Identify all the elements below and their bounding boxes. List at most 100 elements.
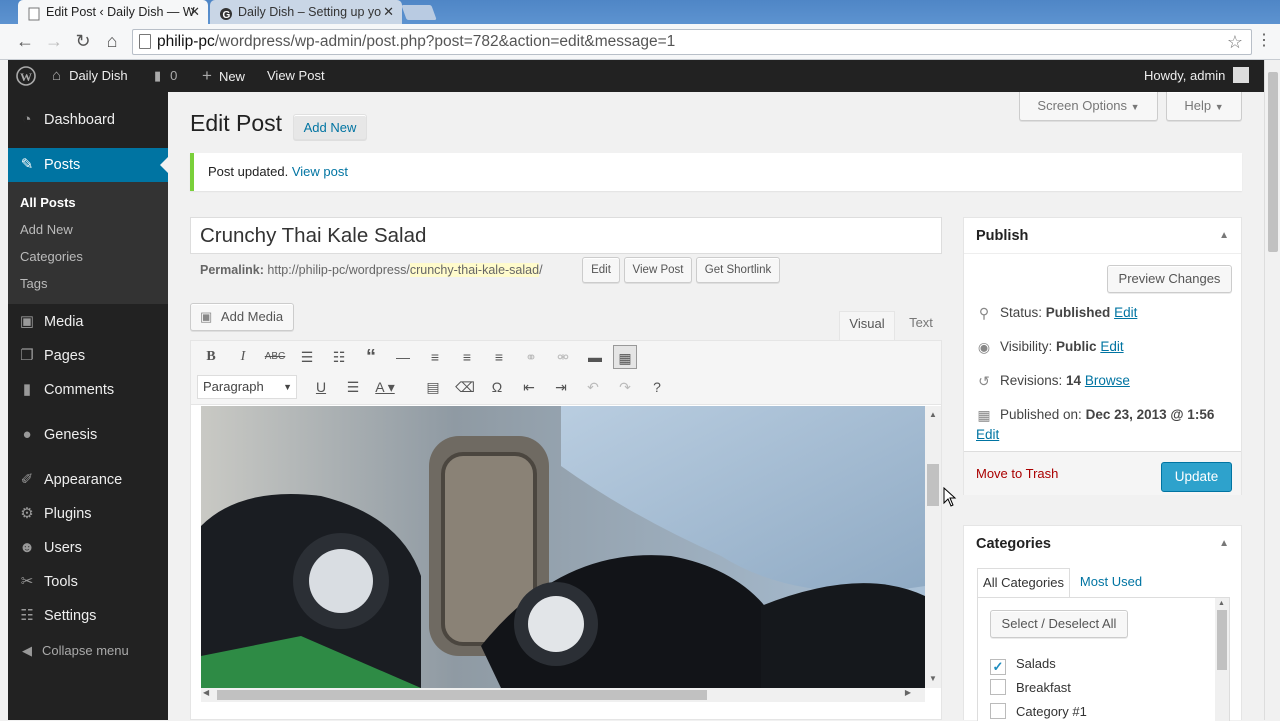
published-edit-link[interactable]: Edit <box>976 427 999 442</box>
sidebar-item-media[interactable]: ▣ Media <box>8 305 168 339</box>
chrome-menu-icon[interactable]: ⋮ <box>1256 30 1272 50</box>
tab-visual[interactable]: Visual <box>839 311 895 341</box>
checkbox[interactable] <box>990 679 1006 695</box>
reload-icon[interactable]: ↻ <box>72 30 94 52</box>
scroll-down-icon[interactable]: ▼ <box>929 674 937 683</box>
post-title-input[interactable]: Crunchy Thai Kale Salad <box>190 217 942 254</box>
read-more-icon[interactable]: ▬ <box>583 345 607 369</box>
sidebar-item-users[interactable]: ☻ Users <box>8 531 168 565</box>
view-post-button[interactable]: View Post <box>624 257 692 283</box>
comments-link[interactable]: ▮ 0 <box>154 60 177 92</box>
browser-tab-edit-post[interactable]: Edit Post ‹ Daily Dish — W ✕ <box>18 0 208 24</box>
sidebar-item-comments[interactable]: ▮ Comments <box>8 373 168 407</box>
sidebar-item-pages[interactable]: ❐ Pages <box>8 339 168 373</box>
paste-text-icon[interactable]: ▤ <box>421 375 445 399</box>
scroll-right-icon[interactable]: ▶ <box>905 688 911 697</box>
numbered-list-icon[interactable]: ☷ <box>327 345 351 369</box>
collapse-menu-button[interactable]: ◀ Collapse menu <box>8 634 168 668</box>
indent-icon[interactable]: ⇥ <box>549 375 573 399</box>
category-1[interactable]: Category #1 <box>990 703 1087 721</box>
wordpress-logo-icon[interactable]: W <box>16 60 38 92</box>
post-image[interactable] <box>201 406 925 688</box>
text-color-icon[interactable]: A ▾ <box>373 375 397 399</box>
categories-box-header[interactable]: Categories ▲ <box>964 526 1241 562</box>
scroll-thumb[interactable] <box>1217 610 1227 670</box>
sidebar-item-plugins[interactable]: ⚙ Plugins <box>8 497 168 531</box>
address-bar[interactable]: philip-pc/wordpress/wp-admin/post.php?po… <box>132 29 1252 55</box>
close-tab-icon[interactable]: ✕ <box>383 0 394 24</box>
bullet-list-icon[interactable]: ☰ <box>295 345 319 369</box>
submenu-all-posts[interactable]: All Posts <box>20 193 76 213</box>
help-button[interactable]: Help ▼ <box>1166 92 1242 121</box>
view-post-notice-link[interactable]: View post <box>292 164 348 179</box>
tab-text[interactable]: Text <box>899 311 943 339</box>
get-shortlink-button[interactable]: Get Shortlink <box>696 257 780 283</box>
scroll-left-icon[interactable]: ◀ <box>203 688 209 697</box>
submenu-tags[interactable]: Tags <box>20 274 47 294</box>
blockquote-icon[interactable]: “ <box>359 345 383 369</box>
sidebar-item-dashboard[interactable]: ◔ Dashboard <box>8 103 168 137</box>
submenu-categories[interactable]: Categories <box>20 247 83 267</box>
new-content-link[interactable]: + New <box>202 60 245 92</box>
underline-icon[interactable]: U <box>309 375 333 399</box>
add-new-button[interactable]: Add New <box>293 114 367 140</box>
h-scroll-thumb[interactable] <box>217 690 707 700</box>
my-account-link[interactable]: Howdy, admin <box>1144 60 1250 92</box>
sidebar-item-genesis[interactable]: ● Genesis <box>8 418 168 452</box>
sidebar-item-settings[interactable]: ☷ Settings <box>8 599 168 633</box>
page-scroll-thumb[interactable] <box>1268 72 1278 252</box>
category-salads[interactable]: ✓ Salads <box>990 655 1056 675</box>
checkbox[interactable] <box>990 703 1006 719</box>
align-center-icon[interactable]: ≡ <box>455 345 479 369</box>
site-name-link[interactable]: ⌂ Daily Dish <box>52 60 128 92</box>
align-left-icon[interactable]: ≡ <box>423 345 447 369</box>
browser-tab-daily-dish[interactable]: G Daily Dish – Setting up yo ✕ <box>210 0 402 24</box>
format-select[interactable]: Paragraph ▼ <box>197 375 297 399</box>
submenu-add-new[interactable]: Add New <box>20 220 73 240</box>
status-edit-link[interactable]: Edit <box>1114 305 1137 320</box>
horizontal-line-icon[interactable]: — <box>391 345 415 369</box>
view-post-link[interactable]: View Post <box>267 60 325 92</box>
screen-options-button[interactable]: Screen Options ▼ <box>1019 92 1158 121</box>
link-icon[interactable]: ⚭ <box>519 345 543 369</box>
align-right-icon[interactable]: ≡ <box>487 345 511 369</box>
editor-horizontal-scrollbar[interactable]: ◀ ▶ <box>201 688 925 702</box>
justify-icon[interactable]: ☰ <box>341 375 365 399</box>
page-scrollbar[interactable] <box>1264 60 1280 720</box>
undo-icon[interactable]: ↶ <box>581 375 605 399</box>
sidebar-item-tools[interactable]: ✂ Tools <box>8 565 168 599</box>
strikethrough-icon[interactable]: ABC <box>263 345 287 369</box>
scroll-up-icon[interactable]: ▲ <box>1218 600 1225 607</box>
scroll-up-icon[interactable]: ▲ <box>929 410 937 419</box>
collapse-arrow-icon[interactable]: ▲ <box>1219 526 1229 562</box>
special-character-icon[interactable]: Ω <box>485 375 509 399</box>
new-tab-button[interactable] <box>401 5 437 20</box>
sidebar-item-appearance[interactable]: ✐ Appearance <box>8 463 168 497</box>
scroll-thumb[interactable] <box>927 464 939 506</box>
update-button[interactable]: Update <box>1161 462 1232 492</box>
permalink-edit-button[interactable]: Edit <box>582 257 620 283</box>
collapse-arrow-icon[interactable]: ▲ <box>1219 218 1229 254</box>
publish-box-header[interactable]: Publish ▲ <box>964 218 1241 254</box>
permalink-slug[interactable]: crunchy-thai-kale-salad <box>409 263 540 277</box>
bookmark-star-icon[interactable]: ☆ <box>1227 30 1243 54</box>
close-tab-icon[interactable]: ✕ <box>189 0 200 24</box>
unlink-icon[interactable]: ⚮ <box>551 345 575 369</box>
visibility-edit-link[interactable]: Edit <box>1100 339 1123 354</box>
categories-scrollbar[interactable]: ▲ <box>1215 598 1229 721</box>
bold-icon[interactable]: B <box>199 345 223 369</box>
tab-most-used[interactable]: Most Used <box>1076 568 1146 598</box>
forward-icon[interactable]: → <box>43 30 65 52</box>
home-icon[interactable]: ⌂ <box>101 30 123 52</box>
editor-vertical-scrollbar[interactable]: ▲ ▼ <box>925 406 941 688</box>
browse-revisions-link[interactable]: Browse <box>1085 373 1130 388</box>
move-to-trash-link[interactable]: Move to Trash <box>976 466 1058 481</box>
italic-icon[interactable]: I <box>231 345 255 369</box>
help-icon[interactable]: ? <box>645 375 669 399</box>
checkbox-checked[interactable]: ✓ <box>990 659 1006 675</box>
sidebar-item-posts[interactable]: ✎ Posts <box>8 148 168 182</box>
category-breakfast[interactable]: Breakfast <box>990 679 1071 697</box>
add-media-button[interactable]: ▣ Add Media <box>190 303 294 331</box>
outdent-icon[interactable]: ⇤ <box>517 375 541 399</box>
tab-all-categories[interactable]: All Categories <box>977 568 1070 598</box>
